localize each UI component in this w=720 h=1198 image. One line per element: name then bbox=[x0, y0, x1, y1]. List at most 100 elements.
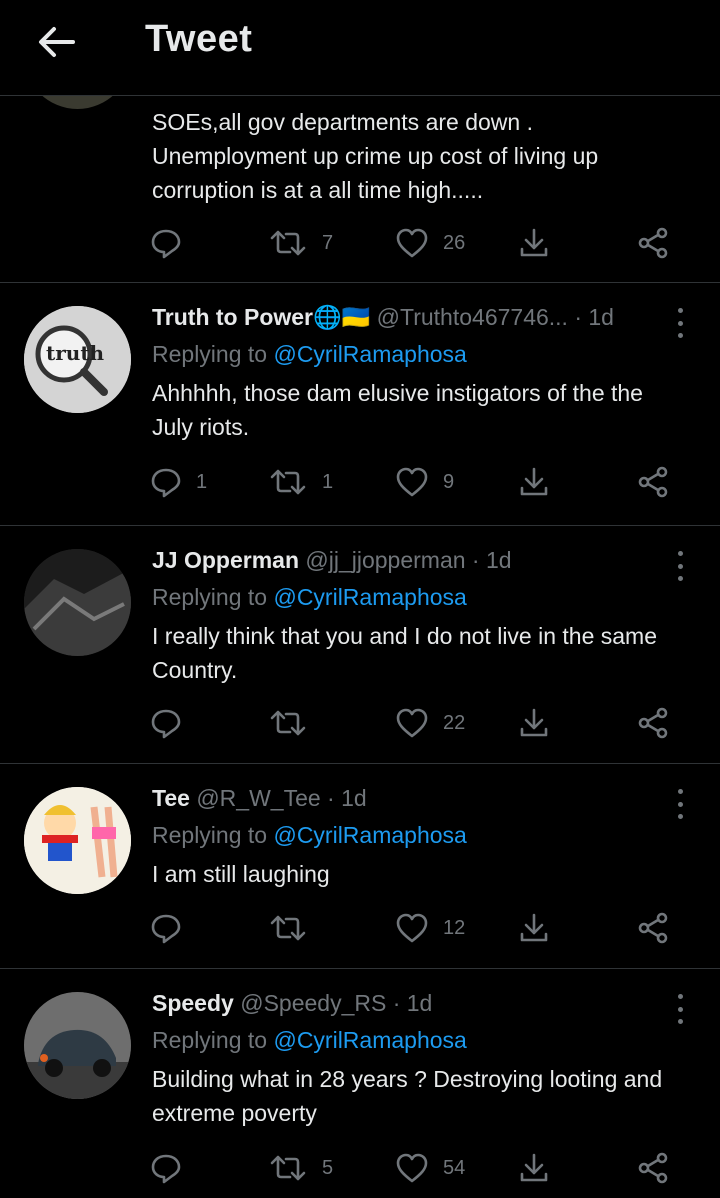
author-handle-time[interactable]: @R_W_Tee · 1d bbox=[196, 785, 366, 811]
like-button[interactable]: 54 bbox=[395, 1148, 465, 1188]
retweet-button[interactable]: 1 bbox=[268, 462, 333, 502]
arrow-left-icon bbox=[39, 27, 75, 57]
mention-link[interactable]: @CyrilRamaphosa bbox=[273, 584, 466, 610]
share-button[interactable] bbox=[636, 223, 670, 263]
author-name[interactable]: JJ Opperman bbox=[152, 547, 299, 573]
replying-label: Replying to bbox=[152, 584, 268, 610]
reply-button[interactable] bbox=[150, 1148, 196, 1188]
download-icon bbox=[520, 228, 548, 257]
retweet-icon bbox=[270, 230, 306, 256]
retweet-button[interactable]: 7 bbox=[268, 223, 333, 263]
tweet-item[interactable]: Speedy @Speedy_RS · 1d Replying to @Cyri… bbox=[0, 968, 720, 1198]
download-button[interactable] bbox=[518, 462, 550, 502]
more-icon bbox=[677, 994, 683, 999]
mention-link[interactable]: @CyrilRamaphosa bbox=[273, 1027, 466, 1053]
share-button[interactable] bbox=[636, 1148, 670, 1188]
tweet-text: I really think that you and I do not liv… bbox=[152, 623, 658, 683]
like-count: 26 bbox=[443, 231, 466, 254]
replying-label: Replying to bbox=[152, 1027, 268, 1053]
retweet-count: 7 bbox=[322, 231, 334, 254]
author-name[interactable]: Tee bbox=[152, 785, 190, 811]
like-button[interactable]: 22 bbox=[395, 703, 465, 743]
tweet-item[interactable]: Tee @R_W_Tee · 1d Replying to @CyrilRama… bbox=[0, 763, 720, 969]
replying-label: Replying to bbox=[152, 341, 268, 367]
share-button[interactable] bbox=[636, 703, 670, 743]
retweet-icon bbox=[270, 469, 306, 495]
like-button[interactable]: 26 bbox=[395, 223, 465, 263]
avatar[interactable] bbox=[24, 787, 131, 894]
tweet-actions: 12 bbox=[150, 908, 680, 948]
reply-button[interactable] bbox=[150, 703, 196, 743]
reply-button[interactable]: 1 bbox=[150, 462, 207, 502]
like-count: 9 bbox=[443, 470, 455, 493]
download-button[interactable] bbox=[518, 908, 550, 948]
reply-count: 1 bbox=[196, 470, 208, 493]
like-button[interactable]: 12 bbox=[395, 908, 465, 948]
retweet-icon bbox=[270, 710, 306, 736]
avatar[interactable]: truth bbox=[24, 306, 131, 413]
reply-icon bbox=[151, 1154, 181, 1184]
author-handle-time[interactable]: @jj_jjopperman · 1d bbox=[305, 547, 511, 573]
share-button[interactable] bbox=[636, 462, 670, 502]
tweet-actions: 5 54 bbox=[150, 1148, 680, 1188]
tweet-header: Truth to Power🌐🇺🇦 @Truthto467746... · 1d bbox=[152, 302, 700, 332]
share-button[interactable] bbox=[636, 908, 670, 948]
retweet-icon bbox=[270, 1155, 306, 1181]
download-button[interactable] bbox=[518, 1148, 550, 1188]
more-icon bbox=[677, 551, 683, 556]
retweet-count: 5 bbox=[322, 1156, 334, 1179]
download-button[interactable] bbox=[518, 223, 550, 263]
mention-link[interactable]: @CyrilRamaphosa bbox=[273, 341, 466, 367]
top-bar: Tweet bbox=[0, 0, 720, 96]
retweet-button[interactable] bbox=[268, 908, 322, 948]
share-icon bbox=[638, 227, 668, 259]
share-icon bbox=[638, 1152, 668, 1184]
more-button[interactable] bbox=[670, 551, 690, 581]
tweet-actions: 7 26 bbox=[150, 223, 680, 263]
author-name[interactable]: Truth to Power🌐🇺🇦 bbox=[152, 304, 370, 330]
tweet-text: I am still laughing bbox=[152, 861, 330, 887]
avatar-image bbox=[24, 549, 131, 656]
reply-icon bbox=[151, 914, 181, 944]
svg-text:truth: truth bbox=[46, 341, 105, 365]
more-icon bbox=[677, 789, 683, 794]
tweet-item[interactable]: JJ Opperman @jj_jjopperman · 1d Replying… bbox=[0, 525, 720, 764]
tweet-item[interactable]: truth Truth to Power🌐🇺🇦 @Truthto467746..… bbox=[0, 282, 720, 526]
retweet-button[interactable]: 5 bbox=[268, 1148, 333, 1188]
like-icon bbox=[396, 708, 428, 738]
like-icon bbox=[396, 467, 428, 497]
tweet-header: JJ Opperman @jj_jjopperman · 1d bbox=[152, 545, 700, 575]
reply-button[interactable] bbox=[150, 223, 196, 263]
reply-button[interactable] bbox=[150, 908, 196, 948]
tweet-header: Speedy @Speedy_RS · 1d bbox=[152, 988, 700, 1018]
replying-to: Replying to @CyrilRamaphosa bbox=[152, 581, 700, 613]
tweet-item[interactable]: SOEs,all gov departments are down . Unem… bbox=[0, 2, 720, 283]
reply-icon bbox=[151, 468, 181, 498]
back-button[interactable] bbox=[36, 24, 76, 60]
retweet-count: 1 bbox=[322, 470, 334, 493]
replying-to: Replying to @CyrilRamaphosa bbox=[152, 1024, 700, 1056]
like-count: 22 bbox=[443, 711, 466, 734]
tweet-text: Ahhhhh, those dam elusive instigators of… bbox=[152, 380, 643, 440]
author-handle-time[interactable]: @Truthto467746... · 1d bbox=[377, 304, 614, 330]
avatar[interactable] bbox=[24, 992, 131, 1099]
more-button[interactable] bbox=[670, 789, 690, 819]
download-icon bbox=[520, 1153, 548, 1182]
retweet-button[interactable] bbox=[268, 703, 322, 743]
more-button[interactable] bbox=[670, 308, 690, 338]
mention-link[interactable]: @CyrilRamaphosa bbox=[273, 822, 466, 848]
author-name[interactable]: Speedy bbox=[152, 990, 234, 1016]
replying-to: Replying to @CyrilRamaphosa bbox=[152, 338, 700, 370]
like-button[interactable]: 9 bbox=[395, 462, 454, 502]
tweet-actions: 1 1 9 bbox=[150, 462, 680, 502]
share-icon bbox=[638, 707, 668, 739]
replying-to: Replying to @CyrilRamaphosa bbox=[152, 819, 700, 851]
avatar[interactable] bbox=[24, 549, 131, 656]
avatar-image bbox=[24, 787, 131, 894]
download-button[interactable] bbox=[518, 703, 550, 743]
more-button[interactable] bbox=[670, 994, 690, 1024]
tweet-actions: 22 bbox=[150, 703, 680, 743]
download-icon bbox=[520, 467, 548, 496]
author-handle-time[interactable]: @Speedy_RS · 1d bbox=[240, 990, 432, 1016]
tweet-text: Building what in 28 years ? Destroying l… bbox=[152, 1066, 663, 1126]
